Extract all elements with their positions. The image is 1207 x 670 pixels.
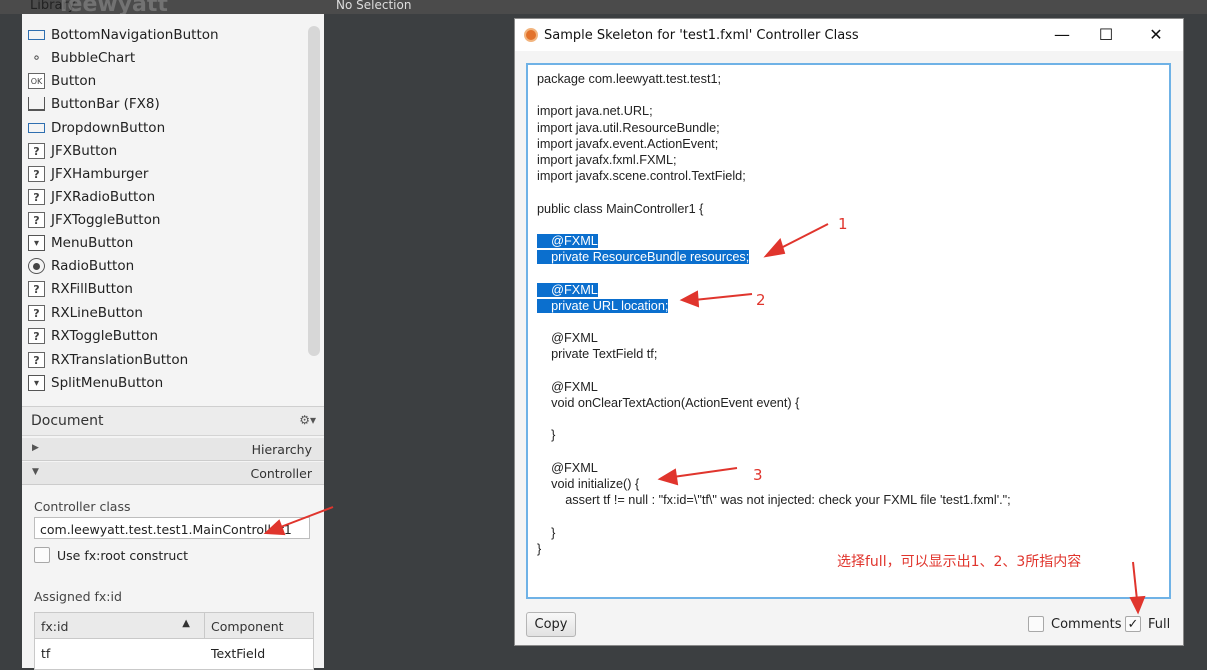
- annotation-arrow-controller: [277, 506, 334, 529]
- annotation-arrowhead-3: [657, 468, 679, 486]
- annotation-number-3: 3: [753, 466, 763, 484]
- annotation-arrowhead-2: [679, 290, 700, 308]
- annotation-arrowhead-1: [763, 237, 786, 258]
- annotation-arrowhead-full: [1129, 595, 1146, 615]
- annotation-arrow-2: [693, 293, 753, 301]
- annotation-arrow-3: [672, 467, 738, 478]
- annotation-arrow-full: [1132, 561, 1138, 601]
- annotation-number-1: 1: [838, 215, 848, 233]
- annotation-note: 选择full，可以显示出1、2、3所指内容: [837, 554, 1082, 570]
- annotation-arrowhead-controller: [263, 519, 286, 536]
- annotation-number-2: 2: [756, 291, 766, 309]
